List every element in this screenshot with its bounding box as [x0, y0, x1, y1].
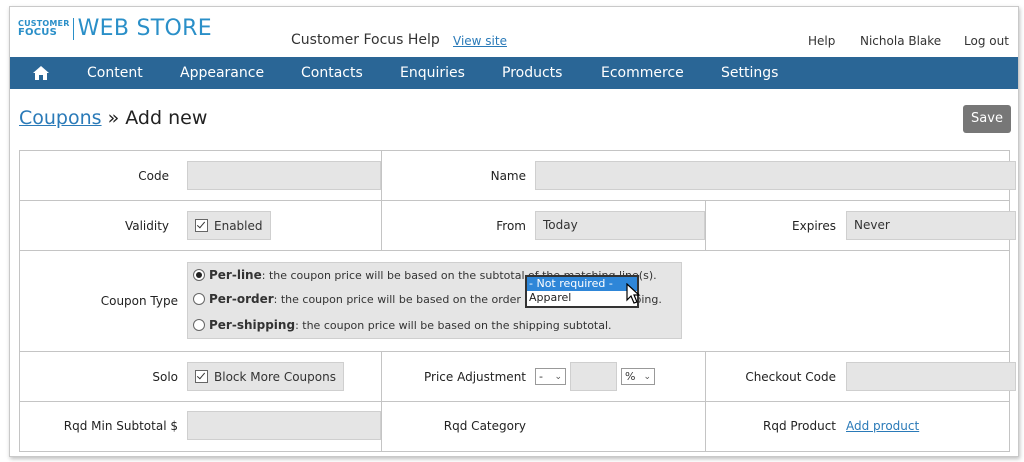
checkout-code-label: Checkout Code	[745, 370, 836, 384]
site-name: Customer Focus Help	[291, 32, 440, 48]
price-unit-select[interactable]: % ⌄	[621, 368, 655, 385]
save-button[interactable]: Save	[963, 105, 1011, 133]
logo-word-2: FOCUS	[18, 27, 57, 38]
per-shipping-desc: : the coupon price will be based on the …	[295, 318, 612, 332]
code-input[interactable]	[187, 161, 381, 190]
col-divider	[381, 151, 382, 250]
min-subtotal-label: Rqd Min Subtotal $	[63, 419, 178, 433]
checkout-code-input[interactable]	[846, 362, 1016, 391]
coupon-type-label: Coupon Type	[100, 294, 178, 308]
nav-settings[interactable]: Settings	[721, 65, 778, 81]
category-option-apparel[interactable]: Apparel	[527, 291, 637, 305]
nav-products[interactable]: Products	[502, 65, 562, 81]
price-sign-value: -	[539, 370, 543, 383]
price-unit-value: %	[625, 370, 636, 383]
price-sign-select[interactable]: - ⌄	[535, 368, 566, 385]
nav-enquiries[interactable]: Enquiries	[400, 65, 465, 81]
logout-link[interactable]: Log out	[964, 34, 1009, 48]
page-title: Coupons » Add new	[19, 107, 207, 129]
chevron-down-icon: ⌄	[643, 372, 651, 382]
home-icon[interactable]	[32, 64, 50, 82]
per-order-name: Per-order	[209, 292, 274, 306]
title-text: » Add new	[101, 107, 208, 129]
logo-small-text: CUSTOMER FOCUS	[18, 20, 70, 38]
nav-content[interactable]: Content	[87, 65, 143, 81]
main-nav: Content Appearance Contacts Enquiries Pr…	[10, 57, 1018, 89]
nav-contacts[interactable]: Contacts	[301, 65, 363, 81]
solo-label: Solo	[152, 370, 178, 384]
enabled-checkbox[interactable]: Enabled	[187, 211, 271, 240]
per-shipping-name: Per-shipping	[209, 318, 296, 332]
logo-divider	[72, 18, 74, 40]
col-divider	[381, 351, 382, 451]
expires-label: Expires	[792, 219, 836, 233]
row-divider	[20, 401, 1009, 402]
radio-selected-icon	[193, 269, 205, 281]
row-divider	[20, 351, 1009, 352]
per-line-name: Per-line	[209, 268, 262, 282]
enabled-label: Enabled	[214, 218, 263, 233]
from-label: From	[496, 219, 526, 233]
name-label: Name	[490, 169, 526, 183]
help-link[interactable]: Help	[808, 34, 835, 48]
row-divider	[20, 200, 1009, 201]
logo-title: WEB STORE	[77, 16, 212, 41]
nav-ecommerce[interactable]: Ecommerce	[601, 65, 684, 81]
category-option-not-required[interactable]: - Not required -	[527, 277, 637, 291]
from-input[interactable]: Today	[535, 211, 705, 240]
checkbox-checked-icon	[195, 370, 208, 383]
chevron-down-icon: ⌄	[554, 372, 562, 382]
product-label: Rqd Product	[763, 419, 836, 433]
checkbox-checked-icon	[195, 219, 208, 232]
category-label: Rqd Category	[443, 419, 526, 433]
radio-unselected-icon	[193, 293, 205, 305]
category-dropdown[interactable]: - Not required - Apparel	[525, 275, 639, 308]
breadcrumb-coupons-link[interactable]: Coupons	[19, 107, 102, 129]
row-divider	[20, 250, 1009, 251]
validity-label: Validity	[124, 219, 169, 233]
block-coupons-label: Block More Coupons	[214, 369, 336, 384]
nav-appearance[interactable]: Appearance	[180, 65, 264, 81]
view-site-link[interactable]: View site	[453, 34, 507, 48]
price-value-input[interactable]	[570, 362, 617, 391]
col-divider	[705, 351, 706, 451]
add-product-link[interactable]: Add product	[846, 419, 919, 433]
price-adjustment-label: Price Adjustment	[424, 370, 526, 384]
radio-unselected-icon	[193, 319, 205, 331]
coupon-form: Code Name Validity Enabled From Today Ex…	[19, 150, 1016, 452]
min-subtotal-input[interactable]	[187, 411, 381, 440]
name-input[interactable]	[535, 161, 1016, 190]
user-name[interactable]: Nichola Blake	[860, 34, 941, 48]
block-coupons-checkbox[interactable]: Block More Coupons	[187, 362, 344, 391]
top-bar: CUSTOMER FOCUS WEB STORE Customer Focus …	[10, 7, 1018, 57]
expires-input[interactable]: Never	[846, 211, 1016, 240]
store-logo[interactable]: CUSTOMER FOCUS WEB STORE	[18, 18, 212, 40]
radio-per-shipping[interactable]: Per-shipping: the coupon price will be b…	[193, 318, 612, 332]
code-label: Code	[138, 169, 169, 183]
mouse-cursor-icon	[626, 283, 641, 304]
browser-frame: CUSTOMER FOCUS WEB STORE Customer Focus …	[9, 6, 1019, 457]
